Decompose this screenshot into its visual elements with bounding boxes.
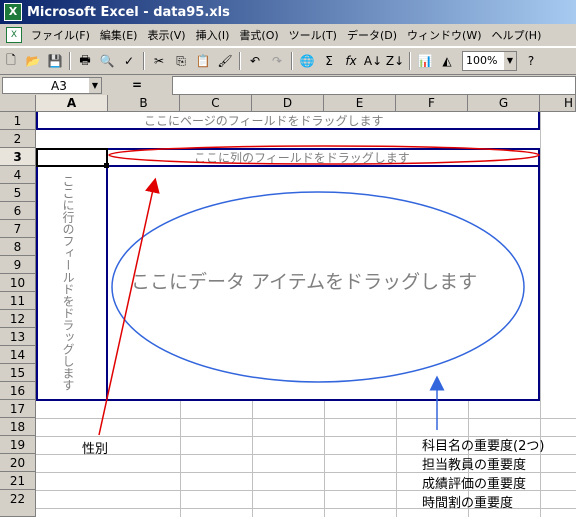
menu-bar: X ファイル(F) 編集(E) 表示(V) 挿入(I) 書式(O) ツール(T)… [0,24,576,47]
name-box[interactable]: A3 ▼ [2,76,102,94]
formula-bar: A3 ▼ = [0,75,576,95]
gender-arrow [98,177,160,436]
chevron-down-icon[interactable]: ▼ [504,52,516,70]
save-icon[interactable]: 💾 [45,51,65,71]
title-bar: X Microsoft Excel - data95.xls [0,0,576,24]
menu-data[interactable]: データ(D) [342,27,402,43]
autosum-icon[interactable]: Σ [319,51,339,71]
hyperlink-icon[interactable]: 🌐 [297,51,317,71]
function-icon[interactable]: fx [341,51,361,71]
column-field-highlight-ellipse [108,145,540,165]
sort-ascending-icon[interactable]: A↓ [363,51,383,71]
open-icon[interactable]: 📂 [23,51,43,71]
sort-descending-icon[interactable]: Z↓ [385,51,405,71]
chevron-down-icon[interactable]: ▼ [89,77,101,93]
zoom-select[interactable]: 100% ▼ [462,51,517,71]
menu-file[interactable]: ファイル(F) [26,27,95,43]
formula-input[interactable] [172,75,576,95]
toolbar-separator [69,52,71,70]
annotation-overlay [98,145,540,436]
excel-app-icon: X [4,3,22,21]
window-title: Microsoft Excel - data95.xls [27,4,230,20]
zoom-value: 100% [466,54,498,67]
spellcheck-icon[interactable]: ✓ [119,51,139,71]
toolbar-separator [239,52,241,70]
menu-help[interactable]: ヘルプ(H) [487,27,547,43]
format-painter-icon[interactable]: 🖌 [215,51,235,71]
worksheet-grid[interactable]: A B C D E F G H 1 2 3 4 5 6 7 8 9 10 11 … [0,95,576,517]
menu-format[interactable]: 書式(O) [234,27,283,43]
help-icon[interactable]: ? [521,51,541,71]
menu-tools[interactable]: ツール(T) [284,27,342,43]
menu-view[interactable]: 表示(V) [142,27,190,43]
paste-icon[interactable]: 📋 [193,51,213,71]
toolbar-separator [409,52,411,70]
equals-button[interactable]: = [102,78,172,92]
workbook-icon[interactable]: X [6,27,22,43]
redo-icon[interactable]: ↷ [267,51,287,71]
data-area-highlight-ellipse [111,191,525,383]
copy-icon[interactable]: ⎘ [171,51,191,71]
print-preview-icon[interactable]: 🔍 [97,51,117,71]
chart-wizard-icon[interactable]: 📊 [415,51,435,71]
menu-edit[interactable]: 編集(E) [95,27,143,43]
name-box-value: A3 [51,78,67,93]
print-icon[interactable]: 🖶 [75,51,95,71]
toolbar-separator [143,52,145,70]
menu-window[interactable]: ウィンドウ(W) [402,27,486,43]
standard-toolbar: 🗋 📂 💾 🖶 🔍 ✓ ✂ ⎘ 📋 🖌 ↶ ↷ 🌐 Σ fx A↓ Z↓ 📊 ◭… [0,47,576,75]
toolbar-separator [291,52,293,70]
drawing-icon[interactable]: ◭ [437,51,457,71]
cut-icon[interactable]: ✂ [149,51,169,71]
undo-icon[interactable]: ↶ [245,51,265,71]
menu-insert[interactable]: 挿入(I) [191,27,235,43]
new-icon[interactable]: 🗋 [1,51,21,71]
